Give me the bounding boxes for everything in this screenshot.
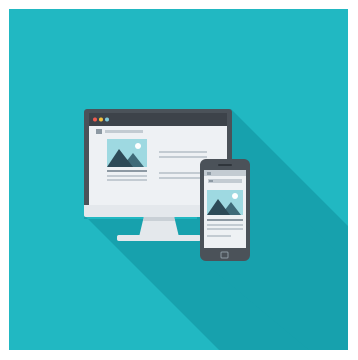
phone-image-sun bbox=[232, 193, 238, 199]
icon-tile bbox=[9, 9, 348, 350]
phone-text-line-1 bbox=[207, 219, 243, 221]
phone-text-line-4 bbox=[207, 235, 231, 237]
monitor-stand-base bbox=[117, 235, 201, 241]
responsive-design-illustration bbox=[9, 9, 348, 350]
monitor-text-line-3 bbox=[159, 172, 207, 174]
monitor-text-line-4 bbox=[159, 177, 207, 179]
phone-header-icon bbox=[207, 172, 211, 175]
monitor-caption-line-3 bbox=[107, 179, 147, 181]
window-maximize-dot bbox=[105, 117, 109, 122]
browser-tab-icon bbox=[96, 129, 102, 134]
monitor-caption-line-1 bbox=[107, 170, 147, 172]
monitor-text-line-1 bbox=[159, 151, 207, 153]
browser-title-bar bbox=[89, 113, 227, 126]
monitor-caption-line-2 bbox=[107, 175, 147, 177]
image-sun bbox=[135, 143, 141, 149]
phone-address-bar bbox=[208, 179, 242, 183]
phone-text-line-2 bbox=[207, 224, 243, 226]
phone-text-line-3 bbox=[207, 228, 243, 230]
window-minimize-dot bbox=[99, 117, 103, 122]
phone-speaker bbox=[218, 164, 232, 166]
monitor-text-line-2 bbox=[159, 156, 207, 158]
window-close-dot bbox=[93, 117, 97, 122]
smartphone bbox=[200, 159, 250, 261]
browser-address-bar bbox=[105, 130, 143, 133]
